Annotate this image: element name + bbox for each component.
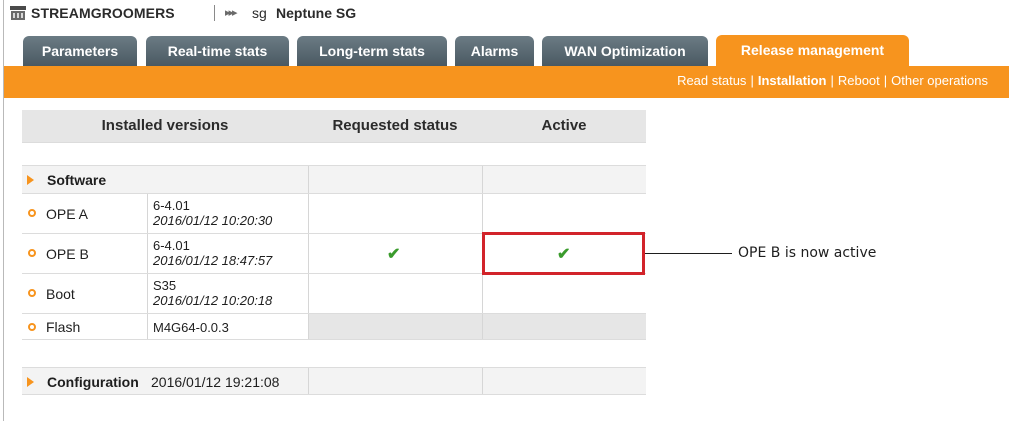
tab-parameters[interactable]: Parameters (23, 36, 137, 66)
expand-arrow-icon[interactable] (27, 377, 34, 387)
expand-arrow-icon[interactable] (27, 175, 34, 185)
table-spacer (22, 339, 646, 367)
row-name: OPE A (46, 206, 89, 222)
col-requested-status: Requested status (332, 117, 458, 134)
row-version: 6-4.01 2016/01/12 18:47:57 (153, 238, 273, 268)
bullet-icon (28, 209, 36, 217)
col-installed-versions: Installed versions (101, 117, 229, 134)
device-rack-icon (10, 6, 26, 20)
breadcrumb-prefix: sg (252, 5, 267, 21)
tab-real-time-stats[interactable]: Real-time stats (146, 36, 289, 66)
section-row-configuration[interactable]: Configuration 2016/01/12 19:21:08 (22, 367, 646, 395)
subnav-bar: Read status | Installation | Reboot | Other op… (4, 66, 1009, 98)
callout-text: OPE B is now active (738, 245, 877, 261)
row-version: S35 2016/01/12 10:20:18 (153, 278, 273, 308)
bullet-icon (28, 323, 36, 331)
table-row: Boot S35 2016/01/12 10:20:18 (22, 273, 646, 313)
col-active: Active (541, 117, 587, 134)
requested-check-icon: ✔ (387, 246, 401, 263)
row-name: OPE B (46, 246, 89, 262)
subnav-other-operations[interactable]: Other operations (891, 73, 988, 88)
breadcrumb-device-name[interactable]: Neptune SG (276, 5, 356, 21)
subnav-links: Read status | Installation | Reboot | Other op… (677, 73, 988, 88)
breadcrumb-arrows-icon: ▸▸▸ (225, 7, 238, 19)
table-row: Flash M4G64-0.0.3 (22, 313, 646, 339)
bullet-icon (28, 249, 36, 257)
section-row-software[interactable]: Software (22, 165, 646, 193)
table-spacer (22, 142, 646, 165)
tab-release-management[interactable]: Release management (716, 35, 909, 66)
tab-long-term-stats[interactable]: Long-term stats (297, 36, 447, 66)
table-row: OPE A 6-4.01 2016/01/12 10:20:30 (22, 193, 646, 233)
tab-wan-optimization[interactable]: WAN Optimization (542, 36, 708, 66)
section-label-configuration: Configuration (47, 374, 139, 390)
row-version: 6-4.01 2016/01/12 10:20:30 (153, 198, 273, 228)
row-name: Boot (46, 286, 75, 302)
row-name: Flash (46, 319, 81, 335)
header-divider (214, 5, 215, 21)
left-border (3, 0, 4, 421)
table-header: Installed versions Requested status Acti… (22, 110, 646, 142)
tab-alarms[interactable]: Alarms (455, 36, 534, 66)
callout-line (645, 253, 732, 254)
highlight-box (482, 232, 645, 275)
subnav-reboot[interactable]: Reboot (838, 73, 880, 88)
row-version: M4G64-0.0.3 (153, 320, 229, 335)
bullet-icon (28, 289, 36, 297)
subnav-read-status[interactable]: Read status (677, 73, 746, 88)
header-bar: STREAMGROOMERS ▸▸▸ sg Neptune SG (0, 0, 1009, 28)
configuration-date: 2016/01/12 19:21:08 (151, 374, 280, 390)
section-label-software: Software (47, 172, 107, 188)
app-title: STREAMGROOMERS (31, 5, 175, 21)
subnav-installation[interactable]: Installation (758, 73, 827, 88)
